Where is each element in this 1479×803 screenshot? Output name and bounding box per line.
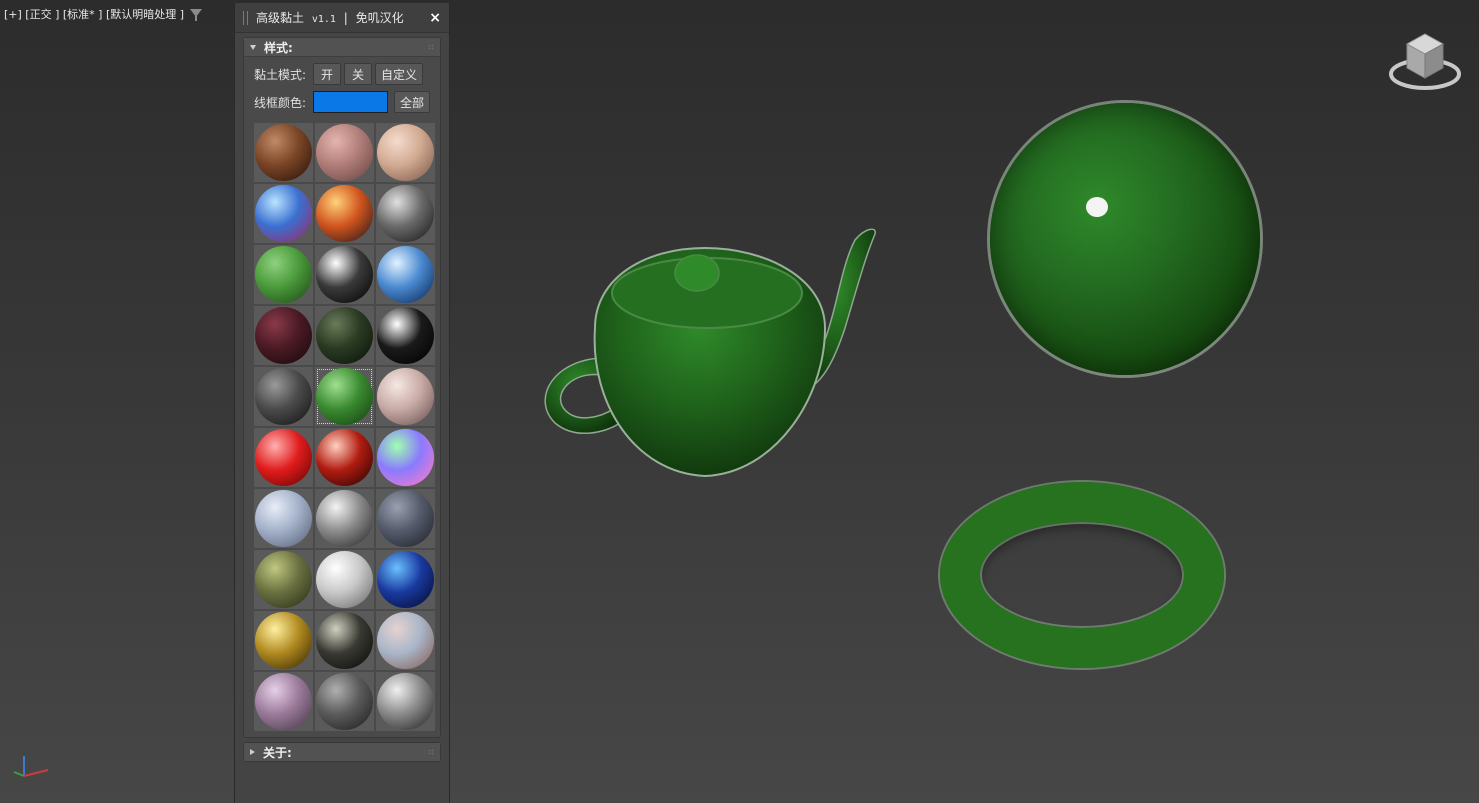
- material-swatch-black-chrome[interactable]: [315, 245, 374, 304]
- clay-custom-button[interactable]: 自定义: [375, 63, 424, 85]
- material-swatch-fire-orange[interactable]: [315, 184, 374, 243]
- material-preview-sphere: [316, 551, 373, 608]
- viewport-label[interactable]: [+] [正交 ] [标准* ] [默认明暗处理 ]: [4, 6, 203, 22]
- panel-header[interactable]: 高级黏土 v1.1 | 免叽汉化 ×: [235, 3, 449, 33]
- material-preview-sphere: [316, 490, 373, 547]
- material-grid: [244, 123, 440, 737]
- material-preview-sphere: [255, 551, 312, 608]
- rollout-grip-icon[interactable]: [428, 44, 434, 50]
- material-swatch-peach-skin[interactable]: [376, 123, 435, 182]
- material-swatch-blue-glass[interactable]: [376, 245, 435, 304]
- material-preview-sphere: [255, 612, 312, 669]
- material-preview-sphere: [377, 490, 434, 547]
- drag-grip-icon[interactable]: [243, 10, 248, 25]
- material-swatch-olive-sheen[interactable]: [254, 550, 313, 609]
- advanced-clay-panel: 高级黏土 v1.1 | 免叽汉化 × 样式: 黏土模式: 开 关 自定义 线框颜…: [234, 3, 450, 803]
- material-swatch-black-mirror[interactable]: [376, 306, 435, 365]
- material-swatch-pastel-skin[interactable]: [376, 611, 435, 670]
- material-swatch-brushed-steel[interactable]: [376, 672, 435, 731]
- material-preview-sphere: [316, 307, 373, 364]
- material-swatch-white-pearl[interactable]: [315, 550, 374, 609]
- about-rollout: 关于:: [243, 742, 441, 762]
- panel-version: v1.1: [311, 14, 336, 25]
- teapot-object[interactable]: [535, 218, 880, 480]
- material-swatch-pink-skin[interactable]: [315, 123, 374, 182]
- material-preview-sphere: [377, 612, 434, 669]
- sphere-object[interactable]: [990, 103, 1260, 375]
- material-preview-sphere: [255, 185, 312, 242]
- material-swatch-lilac-pearl[interactable]: [254, 672, 313, 731]
- material-swatch-red-chrome[interactable]: [315, 428, 374, 487]
- material-swatch-green-selected[interactable]: [315, 367, 374, 426]
- wire-color-swatch[interactable]: [313, 91, 388, 113]
- panel-subtitle: 免叽汉化: [355, 11, 404, 25]
- material-preview-sphere: [316, 124, 373, 181]
- material-preview-sphere: [316, 612, 373, 669]
- material-preview-sphere: [255, 490, 312, 547]
- material-preview-sphere: [316, 368, 373, 425]
- material-preview-sphere: [377, 307, 434, 364]
- material-preview-sphere: [377, 185, 434, 242]
- material-preview-sphere: [316, 185, 373, 242]
- viewport-label-text[interactable]: [+] [正交 ] [标准* ] [默认明暗处理 ]: [4, 6, 184, 22]
- material-preview-sphere: [377, 246, 434, 303]
- axis-gizmo-icon: [13, 756, 49, 777]
- material-swatch-silver-glass[interactable]: [315, 489, 374, 548]
- panel-title: 高级黏土 v1.1 | 免叽汉化: [256, 9, 421, 26]
- material-preview-sphere: [255, 368, 312, 425]
- filter-icon[interactable]: [190, 9, 203, 21]
- material-swatch-blue-iridescent[interactable]: [254, 184, 313, 243]
- style-rollout-title: 样式:: [264, 40, 293, 55]
- viewcube-icon[interactable]: [1389, 32, 1461, 94]
- panel-title-name: 高级黏土: [256, 11, 305, 25]
- material-preview-sphere: [316, 246, 373, 303]
- material-swatch-red-gloss[interactable]: [254, 428, 313, 487]
- close-icon[interactable]: ×: [429, 10, 441, 26]
- material-preview-sphere: [377, 551, 434, 608]
- about-rollout-title: 关于:: [263, 745, 292, 760]
- panel-title-separator: |: [343, 11, 348, 25]
- material-preview-sphere: [377, 429, 434, 486]
- material-swatch-brown-clay[interactable]: [254, 123, 313, 182]
- material-swatch-rough-iron[interactable]: [315, 672, 374, 731]
- about-rollout-header[interactable]: 关于:: [244, 743, 440, 761]
- clay-on-button[interactable]: 开: [313, 63, 342, 85]
- collapse-arrow-icon[interactable]: [250, 44, 256, 50]
- style-rollout-header[interactable]: 样式:: [244, 38, 440, 57]
- material-preview-sphere: [255, 246, 312, 303]
- material-swatch-dark-green-metal[interactable]: [315, 306, 374, 365]
- style-rollout: 样式: 黏土模式: 开 关 自定义 线框颜色: 全部: [243, 37, 441, 738]
- material-swatch-slate-gray[interactable]: [376, 489, 435, 548]
- material-swatch-normal-map[interactable]: [376, 428, 435, 487]
- wire-color-row: 线框颜色: 全部: [244, 91, 440, 113]
- material-swatch-dark-chrome[interactable]: [376, 184, 435, 243]
- material-preview-sphere: [377, 368, 434, 425]
- material-swatch-pink-pearl[interactable]: [376, 367, 435, 426]
- clay-mode-row: 黏土模式: 开 关 自定义: [244, 63, 440, 85]
- material-preview-sphere: [316, 429, 373, 486]
- material-preview-sphere: [255, 429, 312, 486]
- material-swatch-green-clay[interactable]: [254, 245, 313, 304]
- material-preview-sphere: [316, 673, 373, 730]
- clay-mode-label: 黏土模式:: [254, 67, 307, 82]
- material-swatch-deep-blue-iridescent[interactable]: [376, 550, 435, 609]
- material-swatch-dark-metal[interactable]: [315, 611, 374, 670]
- material-swatch-pale-blue[interactable]: [254, 489, 313, 548]
- torus-object[interactable]: [940, 482, 1224, 668]
- expand-arrow-icon[interactable]: [250, 749, 255, 755]
- clay-off-button[interactable]: 关: [344, 63, 373, 85]
- material-swatch-gold[interactable]: [254, 611, 313, 670]
- material-preview-sphere: [255, 124, 312, 181]
- wire-all-button[interactable]: 全部: [394, 91, 430, 113]
- material-swatch-maroon[interactable]: [254, 306, 313, 365]
- material-swatch-dark-gray-gloss[interactable]: [254, 367, 313, 426]
- material-preview-sphere: [377, 124, 434, 181]
- rollout-grip-icon[interactable]: [428, 749, 434, 755]
- sphere-highlight: [1086, 197, 1108, 217]
- material-preview-sphere: [255, 673, 312, 730]
- material-preview-sphere: [377, 673, 434, 730]
- wire-color-label: 线框颜色:: [254, 95, 307, 110]
- material-preview-sphere: [255, 307, 312, 364]
